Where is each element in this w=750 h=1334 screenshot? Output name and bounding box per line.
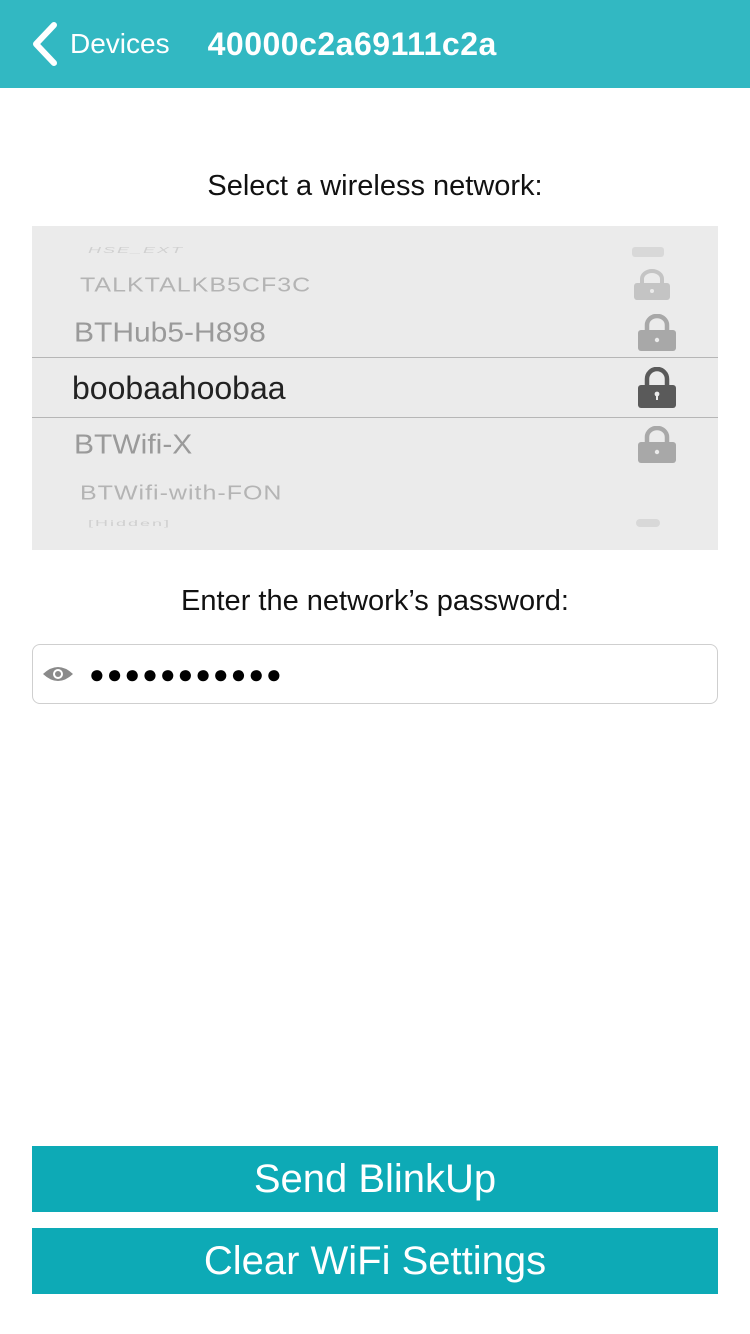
password-field[interactable]: ●●●●●●●●●●●: [32, 644, 718, 704]
network-name: [Hidden]: [88, 518, 172, 528]
navigation-bar: Devices 40000c2a69111c2a: [0, 0, 750, 88]
blinkup-screen: Devices 40000c2a69111c2a Select a wirele…: [0, 0, 750, 1334]
lock-icon: [638, 314, 676, 351]
lock-icon: [634, 269, 670, 300]
network-heading: Select a wireless network:: [207, 170, 543, 202]
network-row[interactable]: [Hidden]: [32, 514, 718, 532]
network-name: BTWifi-X: [74, 429, 193, 460]
eye-icon[interactable]: [41, 663, 75, 685]
network-name: boobaahoobaa: [72, 369, 286, 406]
lock-icon: [632, 247, 664, 257]
lock-icon: [638, 367, 676, 408]
network-row[interactable]: BTWifi-with-FON: [32, 478, 718, 508]
send-blinkup-button[interactable]: Send BlinkUp: [32, 1146, 718, 1212]
network-row[interactable]: TALKTALKB5CF3C: [32, 268, 718, 302]
network-row[interactable]: HSE_EXT: [32, 240, 718, 260]
chevron-left-icon: [33, 22, 57, 66]
network-name: HSE_EXT: [88, 245, 185, 255]
network-picker[interactable]: HSE_EXT TALKTALKB5CF3C BTHub5-H898 booba…: [32, 226, 718, 550]
network-row[interactable]: BTHub5-H898: [32, 312, 718, 354]
password-value: ●●●●●●●●●●●: [89, 658, 284, 689]
lock-icon: [638, 426, 676, 463]
back-button-label: Devices: [70, 28, 170, 59]
network-row[interactable]: BTWifi-X: [32, 424, 718, 466]
back-button[interactable]: Devices: [30, 0, 170, 88]
network-name: BTHub5-H898: [74, 317, 266, 348]
network-name: TALKTALKB5CF3C: [80, 273, 312, 297]
password-heading: Enter the network’s password:: [181, 585, 569, 617]
lock-icon: [636, 519, 660, 527]
network-name: BTWifi-with-FON: [80, 481, 283, 505]
device-id-title: 40000c2a69111c2a: [207, 25, 497, 62]
network-row-selected[interactable]: boobaahoobaa: [32, 362, 718, 414]
clear-wifi-settings-button[interactable]: Clear WiFi Settings: [32, 1228, 718, 1294]
